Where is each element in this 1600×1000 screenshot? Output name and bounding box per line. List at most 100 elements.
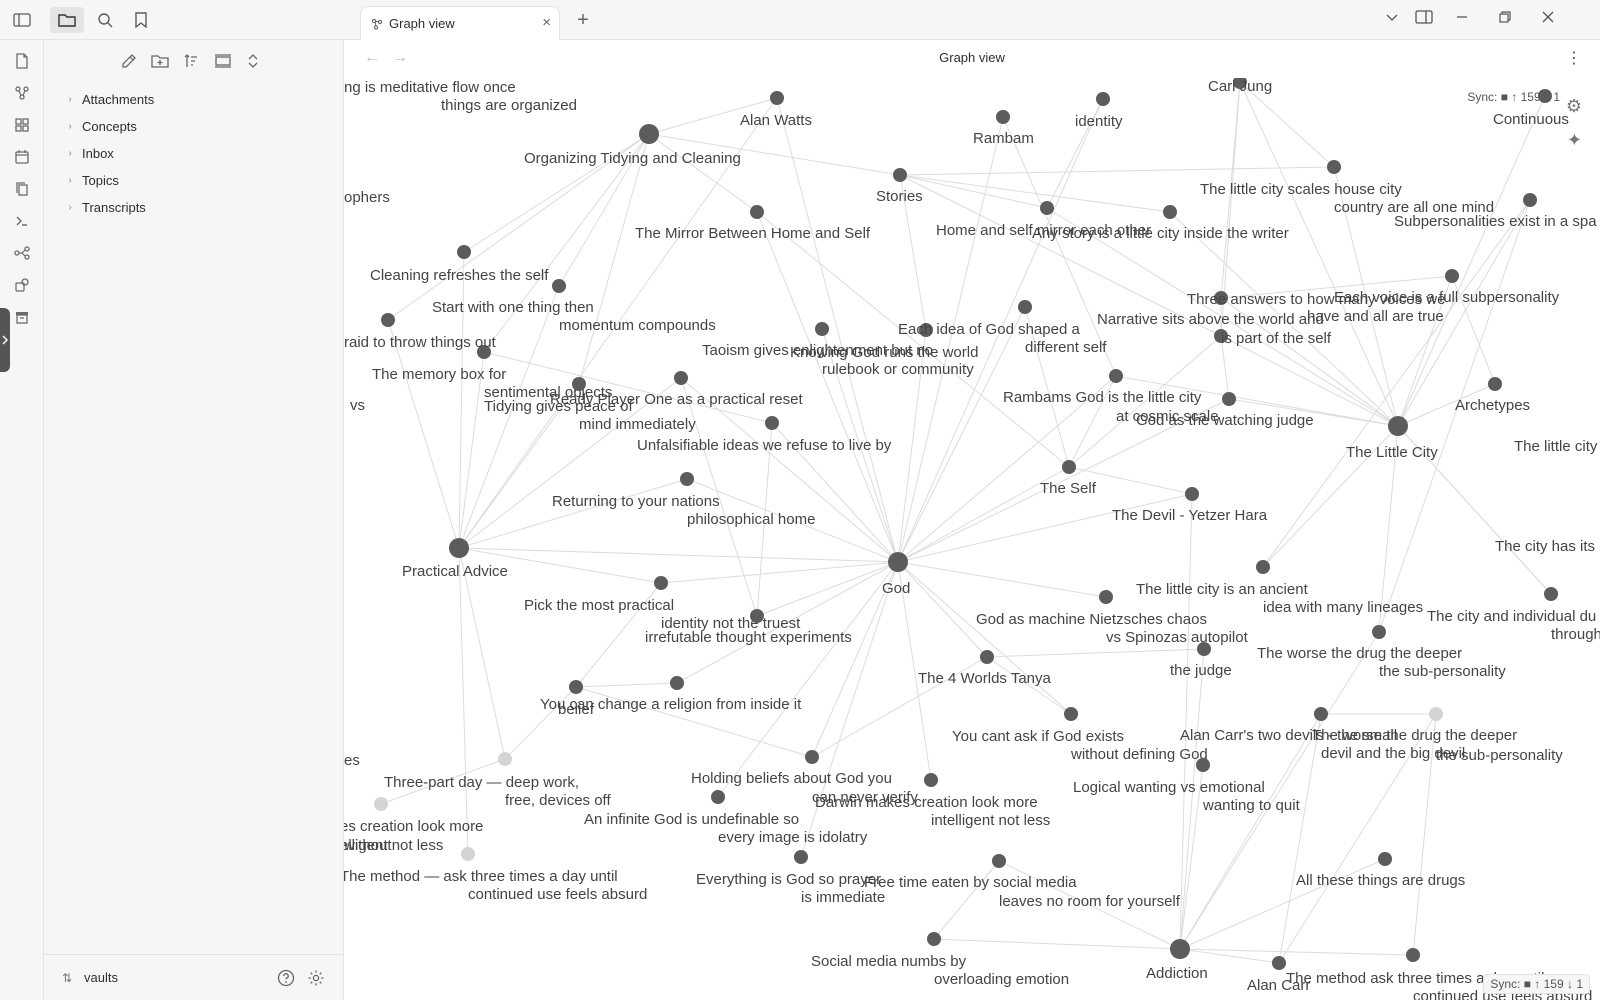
help-icon[interactable]: [276, 968, 296, 988]
graph-node[interactable]: ng is meditative flow once things are org…: [344, 79, 577, 114]
graph-node-dot[interactable]: [815, 322, 829, 336]
graph-node[interactable]: God: [882, 552, 910, 597]
graph-node[interactable]: without: [344, 837, 392, 854]
terminal-icon[interactable]: [11, 210, 33, 232]
auto-reveal-icon[interactable]: [212, 50, 234, 72]
tab-graph-view[interactable]: Graph view ×: [360, 6, 560, 40]
graph-node-dot[interactable]: [1163, 205, 1177, 219]
graph-node-dot[interactable]: [750, 205, 764, 219]
graph-node-dot[interactable]: [1109, 369, 1123, 383]
graph-node-dot[interactable]: [639, 124, 659, 144]
new-folder-icon[interactable]: [149, 50, 171, 72]
graph-node[interactable]: Addiction: [1146, 939, 1208, 982]
graph-node[interactable]: The little city: [1514, 438, 1598, 455]
graph-node[interactable]: identity: [1075, 92, 1123, 130]
graph-node-dot[interactable]: [449, 538, 469, 558]
graph-node-dot[interactable]: [572, 377, 586, 391]
graph-node[interactable]: Three-part day — deep work, free, devices…: [384, 752, 611, 809]
graph-node-dot[interactable]: [1196, 758, 1210, 772]
graph-node-dot[interactable]: [1197, 642, 1211, 656]
new-note-icon[interactable]: [118, 50, 140, 72]
magic-wand-icon[interactable]: ✦: [1567, 130, 1582, 151]
graph-node-dot[interactable]: [680, 472, 694, 486]
graph-node-dot[interactable]: [927, 932, 941, 946]
graph-node-dot[interactable]: [980, 650, 994, 664]
graph-node-dot[interactable]: [770, 91, 784, 105]
graph-node[interactable]: The worse the drug the deeper the sub-per…: [1257, 625, 1506, 680]
workflow-icon[interactable]: [11, 242, 33, 264]
graph-node[interactable]: You cant ask if God exists without defini…: [952, 707, 1208, 763]
graph-settings-icon[interactable]: ⚙: [1566, 96, 1582, 117]
graph-node-dot[interactable]: [1018, 300, 1032, 314]
sync-status-bottom[interactable]: Sync: ■ ↑ 159 ↓ 1: [1483, 974, 1590, 994]
graph-node[interactable]: es: [344, 752, 360, 769]
graph-node[interactable]: Social media numbs by overloading emotion: [811, 932, 1069, 988]
graph-node[interactable]: The Devil - Yetzer Hara: [1112, 487, 1268, 524]
bookmark-icon[interactable]: [129, 9, 153, 31]
new-tab-button[interactable]: +: [572, 9, 594, 32]
graph-node-dot[interactable]: [381, 313, 395, 327]
vault-name[interactable]: vaults: [84, 970, 118, 985]
graph-node[interactable]: The little city is an ancient idea with m…: [1136, 560, 1423, 616]
graph-node[interactable]: Everything is God so prayer is immediate: [696, 850, 885, 906]
graph-node-dot[interactable]: [1523, 193, 1537, 207]
right-sidebar-toggle-icon[interactable]: [1413, 10, 1435, 24]
calendar-icon[interactable]: [11, 146, 33, 168]
folder-concepts[interactable]: › Concepts: [44, 113, 344, 140]
graph-node-dot[interactable]: [674, 371, 688, 385]
folder-inbox[interactable]: › Inbox: [44, 140, 344, 167]
graph-node-dot[interactable]: [457, 245, 471, 259]
graph-view-icon[interactable]: [11, 82, 33, 104]
graph-node-dot[interactable]: [888, 552, 908, 572]
graph-node[interactable]: Each voice is a full subpersonality: [1334, 269, 1560, 306]
chevron-up-down-icon[interactable]: ⇅: [62, 971, 72, 985]
graph-node-dot[interactable]: [1040, 201, 1054, 215]
graph-node-dot[interactable]: [461, 847, 475, 861]
graph-node[interactable]: All these things are drugs: [1296, 852, 1465, 889]
graph-node-dot[interactable]: [794, 850, 808, 864]
ribbon-drag-handle[interactable]: [0, 308, 10, 372]
graph-node-dot[interactable]: [1099, 590, 1113, 604]
sort-icon[interactable]: [180, 50, 202, 72]
graph-canvas[interactable]: Organizing Tidying and Cleaning Alan Watt…: [344, 78, 1600, 1000]
graph-node-dot[interactable]: [654, 576, 668, 590]
graph-node-dot[interactable]: [670, 676, 684, 690]
graph-node-dot[interactable]: [711, 790, 725, 804]
graph-node-dot[interactable]: [1327, 160, 1341, 174]
canvas-icon[interactable]: [11, 114, 33, 136]
graph-node-dot[interactable]: [1064, 707, 1078, 721]
restore-icon[interactable]: [1494, 10, 1516, 24]
folder-transcripts[interactable]: › Transcripts: [44, 194, 344, 221]
graph-node-dot[interactable]: [893, 168, 907, 182]
graph-node-dot[interactable]: [992, 854, 1006, 868]
folder-attachments[interactable]: › Attachments: [44, 86, 344, 113]
close-icon[interactable]: ×: [542, 14, 551, 31]
graph-node-dot[interactable]: [1445, 269, 1459, 283]
graph-node-dot[interactable]: [765, 416, 779, 430]
sidebar-toggle-icon[interactable]: [10, 9, 34, 31]
graph-node-dot[interactable]: [1170, 939, 1190, 959]
graph-node[interactable]: The city has its: [1495, 538, 1595, 555]
graph-node-dot[interactable]: [1062, 460, 1076, 474]
graph-node[interactable]: Start with one thing then momentum compou…: [432, 279, 716, 334]
new-note-icon[interactable]: [11, 50, 33, 72]
graph-node-dot[interactable]: [1372, 625, 1386, 639]
graph-node[interactable]: raid to throw things out: [344, 313, 497, 351]
graph-node-dot[interactable]: [1272, 956, 1286, 970]
graph-node[interactable]: The city and individual duthrough Wester…: [1427, 587, 1600, 643]
graph-node[interactable]: Alan Watts: [740, 91, 812, 129]
graph-node-dot[interactable]: [552, 279, 566, 293]
graph-node-dot[interactable]: [569, 680, 583, 694]
graph-node-dot[interactable]: [1488, 377, 1502, 391]
graph-node[interactable]: vs: [350, 397, 365, 414]
graph-node-dot[interactable]: [1429, 707, 1443, 721]
expand-collapse-icon[interactable]: [242, 50, 264, 72]
graph-node[interactable]: ophers: [344, 189, 390, 206]
graph-node-dot[interactable]: [1544, 587, 1558, 601]
graph-node[interactable]: The Mirror Between Home and Self: [635, 205, 871, 242]
folder-topics[interactable]: › Topics: [44, 167, 344, 194]
graph-node[interactable]: Carl Jung: [1208, 78, 1272, 95]
close-window-icon[interactable]: [1537, 10, 1559, 24]
more-options-icon[interactable]: ⋮: [1566, 48, 1582, 68]
tab-list-chevron-icon[interactable]: [1381, 10, 1403, 24]
